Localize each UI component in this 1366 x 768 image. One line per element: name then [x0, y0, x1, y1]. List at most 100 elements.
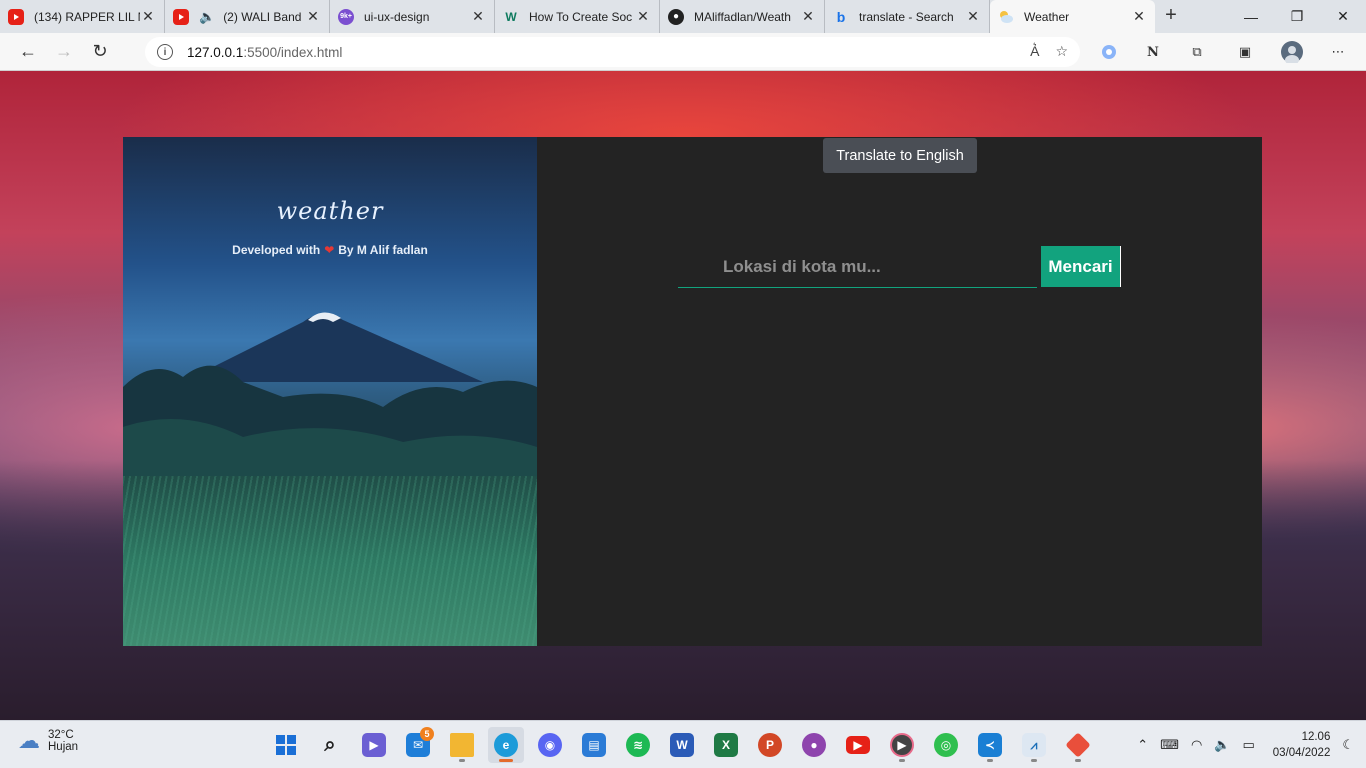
hero-image: weather Developed with ❤ By M Alif fadlan [123, 137, 537, 646]
tab-title: Weather [1024, 9, 1070, 24]
clock-date: 03/04/2022 [1272, 747, 1331, 759]
restore-icon[interactable]: ❐ [1274, 0, 1320, 33]
extension-search-icon[interactable] [1098, 41, 1120, 63]
close-tab-icon[interactable]: ✕ [470, 8, 486, 25]
video-editor-icon[interactable]: ▤ [576, 727, 612, 763]
developer-credit: Developed with ❤ By M Alif fadlan [232, 243, 428, 257]
tab-title: ui-ux-design [364, 9, 430, 24]
excel-icon[interactable]: X [708, 727, 744, 763]
clock-time: 12.06 [1301, 731, 1331, 743]
site-info-icon[interactable]: i [157, 44, 173, 60]
mail-icon[interactable]: ✉ 5 [400, 727, 436, 763]
forest-illustration [123, 365, 537, 477]
youtube-icon [8, 8, 24, 25]
weather-widget[interactable]: ☁ 32°C Hujan [18, 728, 78, 754]
github-icon: ● [668, 8, 684, 25]
wifi-icon[interactable]: ◠ [1191, 737, 1202, 753]
close-tab-icon[interactable]: ✕ [635, 8, 651, 25]
close-tab-icon[interactable]: ✕ [140, 8, 156, 25]
browser-tab[interactable]: ● MAliffadlan/Weath ✕ [660, 0, 825, 33]
page-background: weather Developed with ❤ By M Alif fadlan … [0, 71, 1366, 720]
powerpoint-icon[interactable]: P [752, 727, 788, 763]
media-player-icon[interactable]: ▶ [884, 727, 920, 763]
vscode-icon[interactable]: ≺ [972, 727, 1008, 763]
system-tray: ⌃ ⌨ ◠ 🔈 ▭ 12.06 03/04/2022 ☾ [1137, 729, 1354, 761]
app-title: weather [276, 197, 384, 225]
extensions-icon[interactable]: ⧉ [1186, 41, 1208, 63]
mail-badge: 5 [420, 727, 434, 741]
extension-n-icon[interactable]: N [1142, 41, 1164, 63]
weather-temperature: 32°C [48, 729, 74, 741]
youtube-icon [173, 8, 189, 25]
browser-tab[interactable]: (134) RAPPER LIL N ✕ [0, 0, 165, 33]
weather-icon [998, 9, 1014, 25]
clock[interactable]: 12.06 03/04/2022 [1273, 729, 1331, 761]
refresh-icon[interactable]: ↻ [82, 37, 118, 67]
word-icon[interactable]: W [664, 727, 700, 763]
close-tab-icon[interactable]: ✕ [965, 8, 981, 25]
tab-title: MAliffadlan/Weath [694, 9, 791, 24]
url-text: 127.0.0.1:5500/index.html [187, 44, 343, 60]
search-icon[interactable]: ⌕ [312, 727, 348, 763]
resource-monitor-icon[interactable]: ⩘ [1016, 727, 1052, 763]
browser-tab[interactable]: 9k+ ui-ux-design ✕ [330, 0, 495, 33]
close-tab-icon[interactable]: ✕ [1131, 8, 1147, 25]
keyboard-icon[interactable]: ⌨ [1160, 737, 1179, 753]
browser-toolbar: ← → ↻ i 127.0.0.1:5500/index.html A͛ ☆ N… [0, 33, 1366, 71]
search-button[interactable]: Mencari [1041, 246, 1121, 287]
forward-icon[interactable]: → [46, 37, 82, 67]
bing-icon: b [836, 8, 846, 25]
volume-icon[interactable]: 🔈 [1214, 737, 1230, 753]
w3-icon: W [505, 9, 517, 24]
browser-tab[interactable]: 🔈 (2) WALI Band ✕ [165, 0, 330, 33]
music-app-icon[interactable]: ◎ [928, 727, 964, 763]
close-tab-icon[interactable]: ✕ [800, 8, 816, 25]
youtube-app-icon[interactable]: ▶ [840, 727, 876, 763]
back-icon[interactable]: ← [10, 37, 46, 67]
close-tab-icon[interactable]: ✕ [305, 8, 321, 25]
teams-chat-icon[interactable]: ▶ [356, 727, 392, 763]
github-desktop-icon[interactable]: ● [796, 727, 832, 763]
weather-card: weather Developed with ❤ By M Alif fadlan … [123, 137, 1262, 646]
window-controls: — ❐ ✕ [1228, 0, 1366, 33]
close-window-icon[interactable]: ✕ [1320, 0, 1366, 33]
translate-tooltip[interactable]: Translate to English [823, 138, 977, 173]
rain-cloud-icon: ☁ [18, 728, 40, 753]
minimize-icon[interactable]: — [1228, 0, 1274, 33]
browser-tab[interactable]: b translate - Search ✕ [825, 0, 990, 33]
address-bar[interactable]: i 127.0.0.1:5500/index.html A͛ ☆ [145, 37, 1080, 67]
tab-title: (134) RAPPER LIL N [34, 9, 140, 24]
read-aloud-icon[interactable]: A͛ [1030, 43, 1039, 60]
grass-field [123, 476, 537, 646]
browser-tab[interactable]: W How To Create Soc ✕ [495, 0, 660, 33]
spotify-icon[interactable]: ≋ [620, 727, 656, 763]
search-field-wrapper [678, 246, 1037, 288]
favorite-add-icon[interactable]: ☆ [1055, 43, 1068, 60]
taskbar-apps: ⌕ ▶ ✉ 5 e ◉ ▤ ≋ W X P ● ▶ ▶ ◎ ≺ ⩘ [268, 727, 1096, 763]
windows-icon [276, 735, 296, 755]
tab-title: How To Create Soc [529, 9, 633, 24]
discord-icon[interactable]: ◉ [532, 727, 568, 763]
chevron-up-icon[interactable]: ⌃ [1137, 737, 1148, 753]
location-search-input[interactable] [678, 246, 1037, 287]
browser-tab-active[interactable]: Weather ✕ [990, 0, 1155, 33]
start-button[interactable] [268, 727, 304, 763]
more-menu-icon[interactable]: ⋯ [1327, 41, 1349, 63]
battery-icon[interactable]: ▭ [1242, 737, 1254, 753]
git-tool-icon[interactable] [1060, 727, 1096, 763]
profile-avatar[interactable] [1281, 41, 1303, 63]
notification-icon: 9k+ [338, 8, 354, 25]
tab-title: (2) WALI Band [223, 9, 302, 24]
collections-icon[interactable]: ▣ [1234, 41, 1256, 63]
new-tab-button[interactable]: + [1155, 0, 1187, 33]
taskbar: ☁ 32°C Hujan ⌕ ▶ ✉ 5 e ◉ ▤ ≋ W X P ● ▶ ▶… [0, 720, 1366, 768]
speaker-icon[interactable]: 🔈 [199, 9, 215, 25]
tab-strip: (134) RAPPER LIL N ✕ 🔈 (2) WALI Band ✕ 9… [0, 0, 1366, 33]
edge-browser-icon[interactable]: e [488, 727, 524, 763]
file-explorer-icon[interactable] [444, 727, 480, 763]
heart-icon: ❤ [324, 243, 335, 257]
do-not-disturb-icon[interactable]: ☾ [1342, 737, 1354, 753]
weather-condition: Hujan [48, 741, 79, 753]
search-panel: Mencari [537, 137, 1262, 646]
tab-title: translate - Search [859, 9, 954, 24]
